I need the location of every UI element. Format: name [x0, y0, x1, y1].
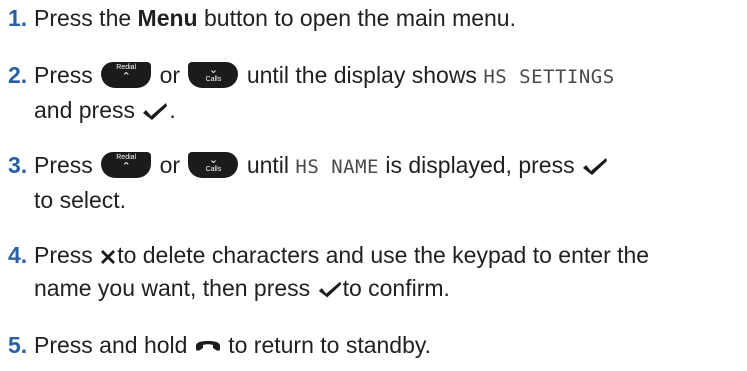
checkmark-icon — [582, 158, 607, 175]
display-text: HS SETTINGS — [483, 66, 615, 88]
redial-up-key-icon: Redial ⌃ — [101, 62, 152, 88]
step-text: until the display shows — [246, 62, 477, 88]
key-label: Calls — [205, 166, 222, 173]
step-text: name you want, then press — [34, 275, 311, 301]
display-text: HS NAME — [295, 156, 379, 178]
step-text: to return to standby. — [228, 332, 432, 358]
down-arrow-icon: ⌄ — [208, 63, 219, 76]
step-number: 2. — [8, 62, 28, 88]
step-text: Press — [34, 152, 93, 178]
step-1: 1. Press the Menu button to open the mai… — [8, 2, 747, 35]
step-text: until — [246, 152, 290, 178]
calls-down-key-icon: ⌄ Calls — [188, 152, 239, 178]
end-call-icon — [195, 341, 220, 351]
step-number: 1. — [8, 5, 28, 31]
menu-button-name: Menu — [137, 5, 198, 31]
step-text: and press — [34, 97, 136, 123]
down-arrow-icon: ⌄ — [208, 153, 219, 166]
up-arrow-icon: ⌃ — [121, 70, 131, 83]
step-5: 5. Press and hold to return to standby. — [8, 329, 747, 362]
key-label: Calls — [205, 76, 222, 83]
checkmark-icon — [318, 281, 341, 298]
step-text: Press and hold — [34, 332, 188, 358]
step-3: 3. Press Redial ⌃ or ⌄ Calls until HS NAME… — [8, 149, 747, 217]
step-text: . — [169, 97, 176, 123]
step-text: to select. — [34, 187, 127, 213]
step-text: Press the — [34, 5, 138, 31]
step-text: button to open the main menu. — [197, 5, 516, 31]
up-arrow-icon: ⌃ — [121, 160, 131, 173]
step-text: or — [159, 152, 181, 178]
checkmark-icon — [143, 103, 168, 120]
calls-down-key-icon: ⌄ Calls — [188, 62, 239, 88]
step-number: 3. — [8, 152, 28, 178]
step-number: 5. — [8, 332, 28, 358]
step-text: Press — [34, 62, 93, 88]
step-number: 4. — [8, 242, 28, 268]
step-text: to delete characters and use the keypad … — [117, 242, 650, 268]
step-text: to confirm. — [342, 275, 450, 301]
x-delete-icon — [101, 250, 116, 264]
step-text: is displayed, press — [385, 152, 575, 178]
step-2: 2. Press Redial ⌃ or ⌄ Calls until the dis… — [8, 59, 747, 127]
redial-up-key-icon: Redial ⌃ — [101, 152, 152, 178]
step-text: or — [159, 62, 181, 88]
step-4: 4. Press to delete characters and use th… — [8, 239, 747, 305]
step-text: Press — [34, 242, 93, 268]
